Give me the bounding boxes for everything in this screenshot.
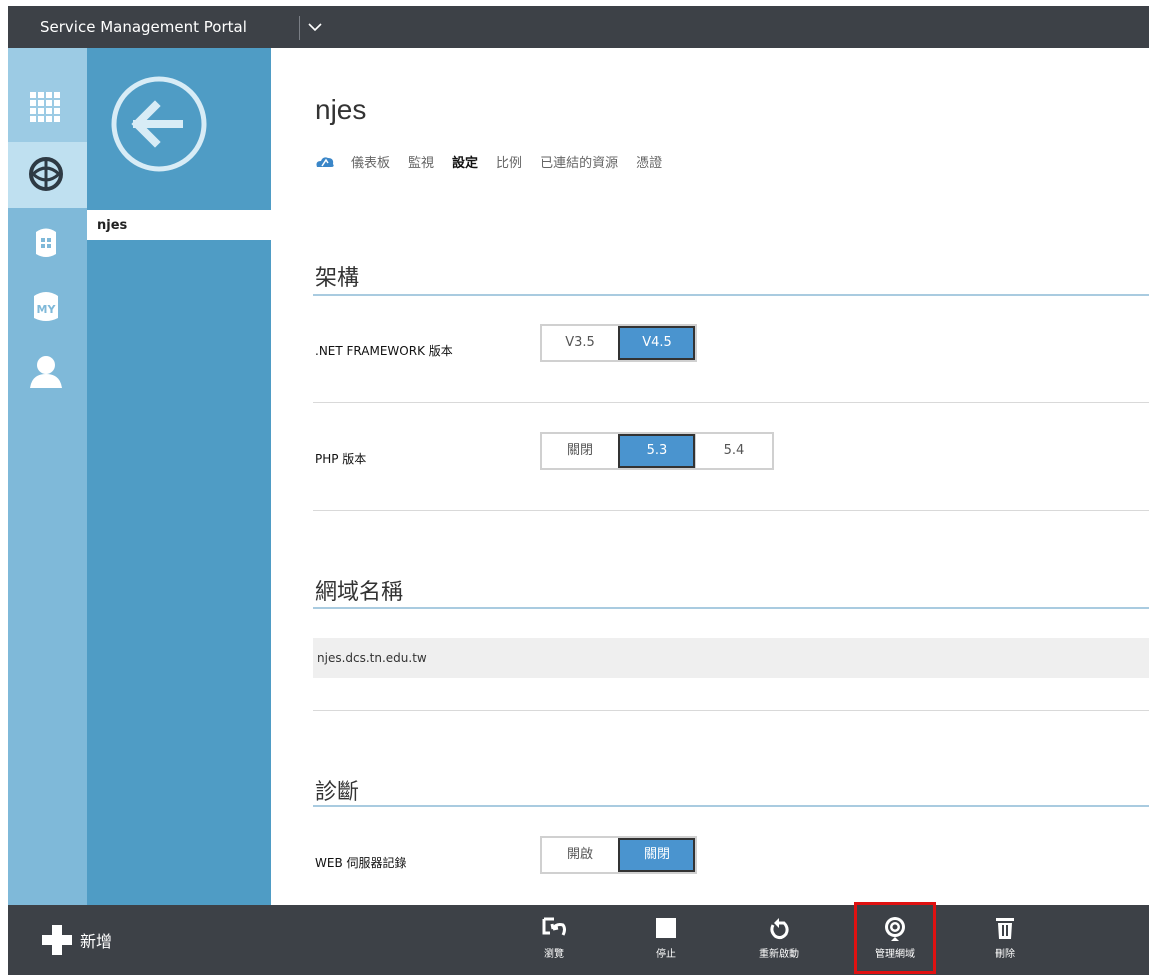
tab-bar: 儀表板 監視 設定 比例 已連結的資源 憑證 bbox=[315, 152, 680, 171]
tab-dashboard[interactable]: 儀表板 bbox=[351, 152, 390, 171]
restart-label: 重新啟動 bbox=[759, 949, 799, 960]
svg-text:MY: MY bbox=[37, 303, 57, 316]
left-nav: MY bbox=[8, 48, 87, 905]
cloud-icon bbox=[316, 156, 334, 167]
web-sites-icon[interactable] bbox=[26, 154, 66, 194]
browse-icon bbox=[542, 917, 566, 936]
divider bbox=[299, 16, 300, 40]
chevron-down-icon[interactable] bbox=[306, 18, 324, 36]
net-v35-option[interactable]: V3.5 bbox=[542, 326, 618, 360]
section-divider bbox=[313, 294, 1149, 296]
grid-icon[interactable] bbox=[26, 88, 66, 128]
highlight-box bbox=[854, 902, 936, 974]
user-icon[interactable] bbox=[26, 352, 66, 392]
stop-label: 停止 bbox=[656, 949, 676, 960]
section-heading-domain: 網域名稱 bbox=[315, 580, 404, 605]
tab-linked-resources[interactable]: 已連結的資源 bbox=[540, 152, 618, 171]
row-divider bbox=[313, 710, 1149, 711]
top-bar: Service Management Portal bbox=[8, 6, 1149, 48]
domain-name-value: njes.dcs.tn.edu.tw bbox=[317, 651, 427, 665]
sql-database-icon[interactable] bbox=[26, 222, 66, 262]
mysql-database-icon[interactable]: MY bbox=[26, 286, 66, 326]
delete-button[interactable]: 刪除 bbox=[970, 915, 1040, 960]
domain-name-field: njes.dcs.tn.edu.tw bbox=[313, 638, 1149, 678]
new-button-label: 新增 bbox=[80, 932, 113, 951]
browse-button[interactable]: 瀏覽 bbox=[519, 915, 589, 960]
browse-label: 瀏覽 bbox=[544, 949, 564, 960]
restart-button[interactable]: 重新啟動 bbox=[744, 915, 814, 960]
tab-scale[interactable]: 比例 bbox=[496, 152, 522, 171]
section-heading-framework: 架構 bbox=[315, 266, 360, 291]
net-v45-option[interactable]: V4.5 bbox=[618, 326, 695, 360]
section-heading-diagnostics: 診斷 bbox=[315, 780, 360, 805]
back-arrow-icon[interactable] bbox=[109, 74, 209, 174]
new-button[interactable]: 新增 bbox=[40, 923, 112, 957]
web-server-log-toggle: 開啟 關閉 bbox=[540, 836, 697, 874]
net-framework-toggle: V3.5 V4.5 bbox=[540, 324, 697, 362]
row-divider bbox=[313, 510, 1149, 511]
php-53-option[interactable]: 5.3 bbox=[618, 434, 695, 468]
restart-icon bbox=[770, 918, 789, 940]
php-version-label: PHP 版本 bbox=[315, 452, 367, 466]
delete-label: 刪除 bbox=[995, 949, 1015, 960]
section-divider bbox=[313, 607, 1149, 609]
stop-button[interactable]: 停止 bbox=[631, 915, 701, 960]
command-bar: 新增 瀏覽 停止 重新啟動 管理網域 刪除 bbox=[8, 902, 1149, 975]
tab-certificates[interactable]: 憑證 bbox=[636, 152, 662, 171]
web-server-log-label: WEB 伺服器記錄 bbox=[315, 856, 407, 870]
web-log-off-option[interactable]: 關閉 bbox=[618, 838, 695, 872]
page-title: njes bbox=[315, 94, 367, 125]
sidebar-item-label: njes bbox=[97, 218, 128, 233]
side-panel: njes bbox=[87, 48, 271, 905]
tab-monitor[interactable]: 監視 bbox=[408, 152, 434, 171]
php-off-option[interactable]: 關閉 bbox=[542, 434, 618, 468]
section-divider bbox=[313, 805, 1149, 807]
net-framework-label: .NET FRAMEWORK 版本 bbox=[315, 344, 453, 358]
tab-configure[interactable]: 設定 bbox=[452, 152, 478, 171]
portal-title[interactable]: Service Management Portal bbox=[40, 18, 247, 36]
php-version-toggle: 關閉 5.3 5.4 bbox=[540, 432, 774, 470]
trash-icon bbox=[996, 918, 1014, 939]
php-54-option[interactable]: 5.4 bbox=[695, 434, 772, 468]
sidebar-item-njes[interactable]: njes bbox=[87, 210, 271, 240]
web-log-on-option[interactable]: 開啟 bbox=[542, 838, 618, 872]
plus-icon bbox=[42, 925, 72, 955]
stop-icon bbox=[656, 918, 676, 938]
row-divider bbox=[313, 402, 1149, 403]
main-content: njes 儀表板 監視 設定 比例 已連結的資源 憑證 架構 .NET FRAM… bbox=[271, 48, 1149, 905]
